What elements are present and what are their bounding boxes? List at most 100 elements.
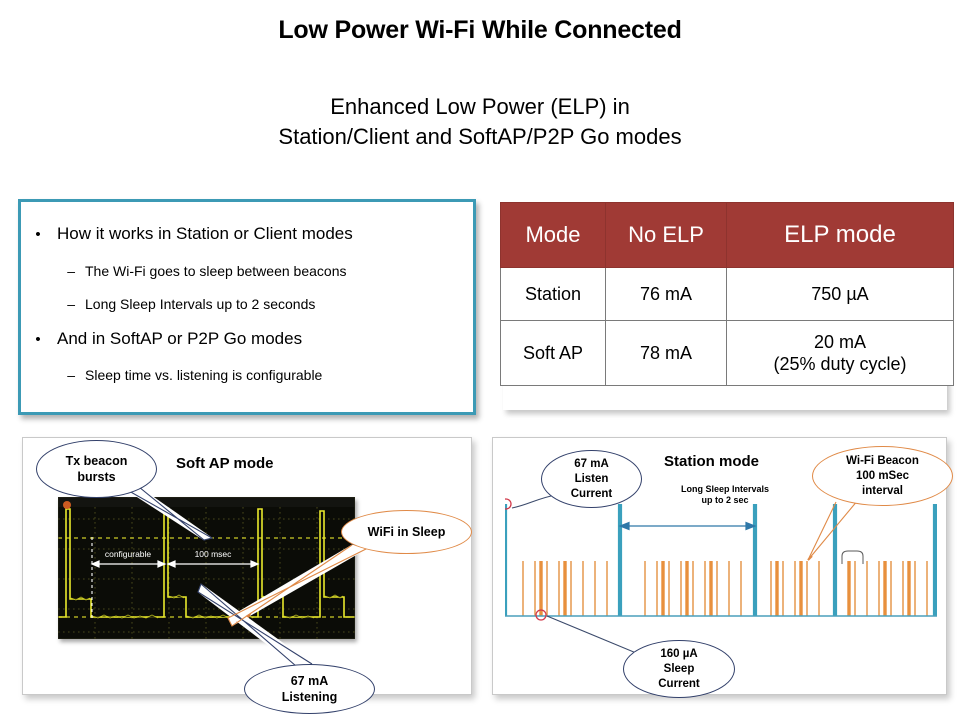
chart-bar bbox=[818, 561, 820, 616]
page-subtitle: Enhanced Low Power (ELP) in Station/Clie… bbox=[0, 92, 960, 152]
list-item: – Long Sleep Intervals up to 2 seconds bbox=[27, 295, 467, 313]
chart-bar bbox=[661, 561, 665, 616]
cell-elp: 750 µA bbox=[726, 267, 954, 321]
table-header-row: Mode No ELP ELP mode bbox=[500, 202, 954, 268]
cell-elp: 20 mA (25% duty cycle) bbox=[726, 320, 954, 386]
chart-bar bbox=[926, 561, 928, 616]
callout-line-1: Tx beacon bbox=[65, 454, 128, 468]
callout-wifi-in-sleep: WiFi in Sleep bbox=[341, 510, 472, 554]
list-item: – The Wi-Fi goes to sleep between beacon… bbox=[27, 262, 467, 280]
chart-bar bbox=[594, 561, 596, 616]
subtitle-line-1: Enhanced Low Power (ELP) in bbox=[330, 94, 630, 119]
chart-bar bbox=[534, 561, 536, 616]
bullet-text: How it works in Station or Client modes bbox=[57, 224, 353, 243]
bullet-list: • How it works in Station or Client mode… bbox=[21, 202, 473, 384]
chart-bar bbox=[522, 561, 524, 616]
chart-bar bbox=[890, 561, 892, 616]
softap-panel-title: Soft AP mode bbox=[176, 455, 274, 472]
chart-bar bbox=[866, 561, 868, 616]
callout-sleep-current: 160 µA Sleep Current bbox=[623, 640, 735, 698]
chart-bar bbox=[570, 561, 572, 616]
chart-bar bbox=[794, 561, 796, 616]
chart-bar bbox=[505, 504, 508, 616]
chart-bar bbox=[692, 561, 694, 616]
cell-no-elp: 78 mA bbox=[605, 320, 727, 386]
chart-bar bbox=[656, 561, 658, 616]
chart-bar bbox=[752, 504, 758, 616]
sleep-interval-label: Long Sleep Intervals up to 2 sec bbox=[660, 484, 790, 506]
chart-bar bbox=[582, 561, 584, 616]
chart-bar bbox=[546, 561, 548, 616]
bullet-marker: – bbox=[67, 296, 75, 312]
cell-mode: Soft AP bbox=[500, 320, 606, 386]
scope-label-configurable: configurable bbox=[105, 549, 152, 559]
column-header-mode: Mode bbox=[500, 202, 606, 268]
chart-bar bbox=[799, 561, 803, 616]
bullet-marker: – bbox=[67, 263, 75, 279]
cell-elp-line-1: 20 mA bbox=[813, 332, 867, 352]
page-title: Low Power Wi-Fi While Connected bbox=[278, 16, 682, 44]
callout-tx-beacon-bursts: Tx beacon bursts bbox=[36, 440, 157, 498]
cell-elp-line-2: (25% duty cycle) bbox=[773, 354, 907, 374]
callout-line-2: Sleep bbox=[663, 662, 695, 675]
bullet-marker: • bbox=[35, 331, 41, 348]
bullet-panel: • How it works in Station or Client mode… bbox=[18, 199, 476, 415]
table-row: Station 76 mA 750 µA bbox=[500, 267, 954, 321]
subtitle-line-2: Station/Client and SoftAP/P2P Go modes bbox=[278, 124, 682, 149]
callout-line-2: Listen bbox=[574, 472, 609, 485]
column-header-no-elp: No ELP bbox=[605, 202, 727, 268]
chart-bar bbox=[617, 504, 623, 616]
chart-bar bbox=[914, 561, 916, 616]
chart-bar bbox=[740, 561, 742, 616]
bullet-text: Long Sleep Intervals up to 2 seconds bbox=[85, 296, 316, 312]
sleep-interval-line-1: Long Sleep Intervals bbox=[680, 484, 770, 494]
callout-line-1: 160 µA bbox=[660, 647, 698, 660]
chart-bar bbox=[680, 561, 682, 616]
chart-bar bbox=[668, 561, 670, 616]
chart-bar bbox=[563, 561, 567, 616]
callout-line-3: interval bbox=[862, 484, 903, 497]
chart-bar bbox=[775, 561, 779, 616]
callout-line-3: Current bbox=[570, 487, 613, 500]
chart-bar bbox=[883, 561, 887, 616]
chart-bar bbox=[782, 561, 784, 616]
chart-bar bbox=[854, 561, 856, 616]
elp-comparison-table: Mode No ELP ELP mode Station 76 mA 750 µ… bbox=[500, 202, 954, 386]
callout-line-1: 67 mA bbox=[290, 674, 329, 688]
list-item: • And in SoftAP or P2P Go modes bbox=[27, 329, 467, 350]
callout-line-3: Current bbox=[658, 677, 700, 690]
callout-line-1: Wi-Fi Beacon bbox=[846, 454, 919, 467]
chart-bar bbox=[558, 561, 560, 616]
table-row: Soft AP 78 mA 20 mA (25% duty cycle) bbox=[500, 320, 954, 386]
chart-bar bbox=[606, 561, 608, 616]
chart-bar bbox=[539, 561, 543, 616]
scope-label-100msec: 100 msec bbox=[195, 549, 233, 559]
chart-bar bbox=[685, 561, 689, 616]
chart-bar bbox=[878, 561, 880, 616]
chart-bar bbox=[902, 561, 904, 616]
bullet-text: The Wi-Fi goes to sleep between beacons bbox=[85, 263, 347, 279]
chart-bar bbox=[716, 561, 718, 616]
list-item: • How it works in Station or Client mode… bbox=[27, 224, 467, 245]
callout-line-2: Listening bbox=[281, 690, 338, 704]
cell-mode: Station bbox=[500, 267, 606, 321]
chart-bar bbox=[832, 504, 838, 616]
chart-bar bbox=[770, 561, 772, 616]
chart-bar bbox=[644, 561, 646, 616]
callout-line-1: 67 mA bbox=[574, 457, 609, 470]
chart-bar bbox=[704, 561, 706, 616]
chart-bar bbox=[728, 561, 730, 616]
bullet-marker: • bbox=[35, 226, 41, 243]
cell-no-elp: 76 mA bbox=[605, 267, 727, 321]
bullet-marker: – bbox=[67, 367, 75, 383]
column-header-elp-mode: ELP mode bbox=[726, 202, 954, 268]
callout-beacon-interval: Wi-Fi Beacon 100 mSec interval bbox=[812, 446, 953, 506]
oscilloscope-capture: configurable 100 msec bbox=[58, 497, 355, 639]
bullet-text: And in SoftAP or P2P Go modes bbox=[57, 329, 303, 348]
sleep-interval-line-2: up to 2 sec bbox=[701, 495, 749, 505]
chart-bar bbox=[709, 561, 713, 616]
chart-bar bbox=[907, 561, 911, 616]
callout-listening-current: 67 mA Listening bbox=[244, 664, 375, 714]
callout-line-2: 100 mSec bbox=[855, 469, 910, 482]
chart-bar bbox=[847, 561, 851, 616]
